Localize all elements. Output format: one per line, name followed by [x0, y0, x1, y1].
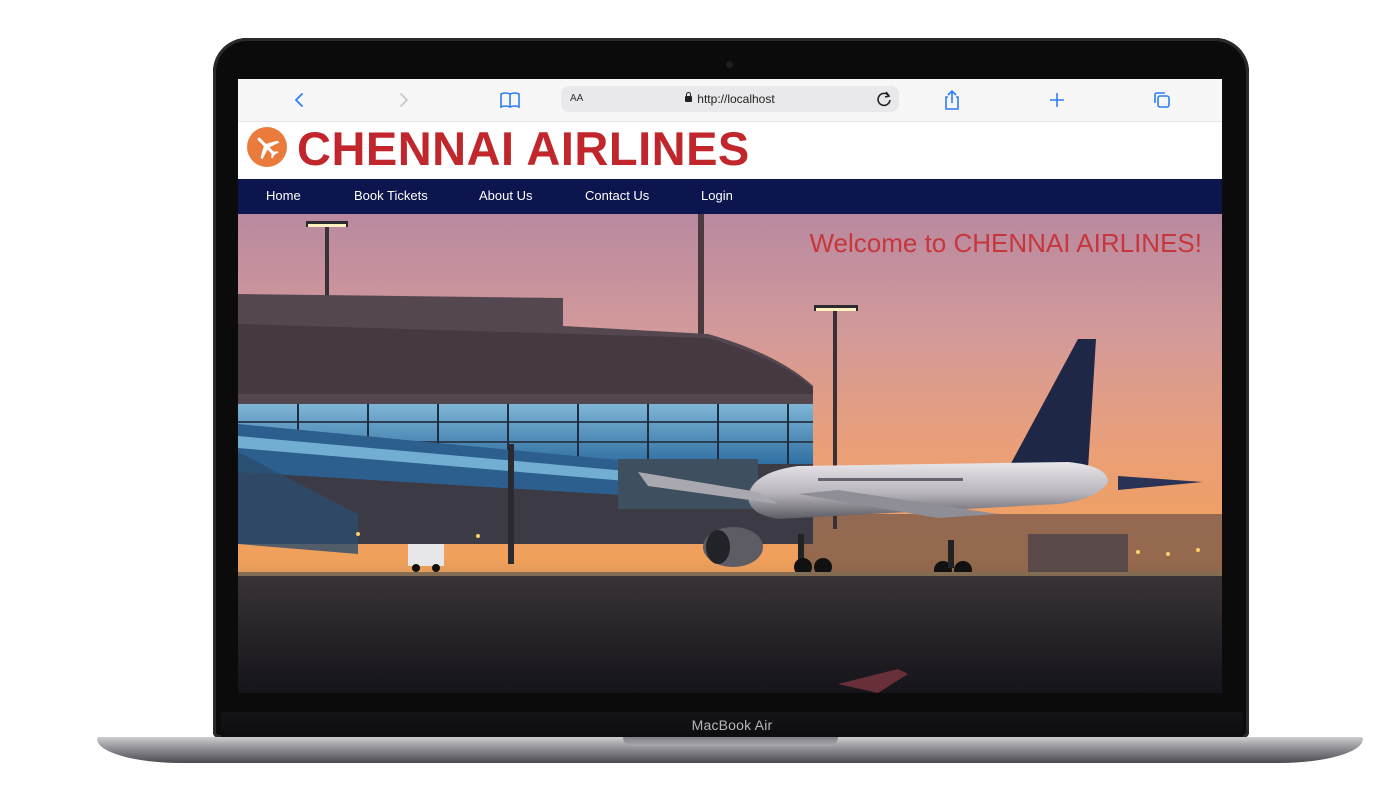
forward-button[interactable] — [392, 88, 416, 112]
hero-banner: Welcome to CHENNAI AIRLINES! — [238, 214, 1222, 693]
nav-about-us[interactable]: About Us — [479, 179, 532, 212]
back-button[interactable] — [287, 88, 311, 112]
camera-dot — [726, 61, 733, 68]
plus-icon — [1050, 93, 1064, 107]
laptop-chin: MacBook Air — [221, 712, 1243, 738]
tabs-overview-button[interactable] — [1150, 88, 1174, 112]
site-header: CHENNAI AIRLINES — [238, 122, 1222, 179]
tabs-icon — [1154, 92, 1170, 108]
model-label: MacBook Air — [691, 717, 773, 733]
hero-image — [238, 214, 1222, 693]
nav-contact-us[interactable]: Contact Us — [585, 179, 649, 212]
site-title: CHENNAI AIRLINES — [297, 122, 750, 175]
share-icon — [945, 89, 959, 110]
url-text: http://localhost — [697, 92, 775, 106]
laptop-opening-notch — [623, 737, 838, 746]
lock-icon — [685, 92, 693, 102]
welcome-heading: Welcome to CHENNAI AIRLINES! — [809, 228, 1202, 258]
nav-home[interactable]: Home — [266, 179, 301, 212]
site-logo[interactable] — [247, 127, 287, 167]
bookmarks-button[interactable] — [498, 88, 522, 112]
new-tab-button[interactable] — [1045, 88, 1069, 112]
book-icon — [500, 92, 520, 109]
reload-icon — [877, 91, 891, 107]
nav-login[interactable]: Login — [701, 179, 733, 212]
browser-toolbar: AA http://localhost — [238, 79, 1222, 122]
reload-button[interactable] — [873, 88, 895, 110]
address-bar[interactable]: AA http://localhost — [561, 86, 899, 112]
airplane-icon — [257, 137, 280, 160]
main-nav: Home Book Tickets About Us Contact Us Lo… — [238, 179, 1222, 214]
nav-book-tickets[interactable]: Book Tickets — [354, 179, 428, 212]
chevron-right-icon — [400, 93, 409, 107]
share-button[interactable] — [940, 88, 964, 112]
chevron-left-icon — [294, 93, 303, 107]
browser-screen: AA http://localhost CHENNAI AIRLINES Hom… — [238, 79, 1222, 693]
